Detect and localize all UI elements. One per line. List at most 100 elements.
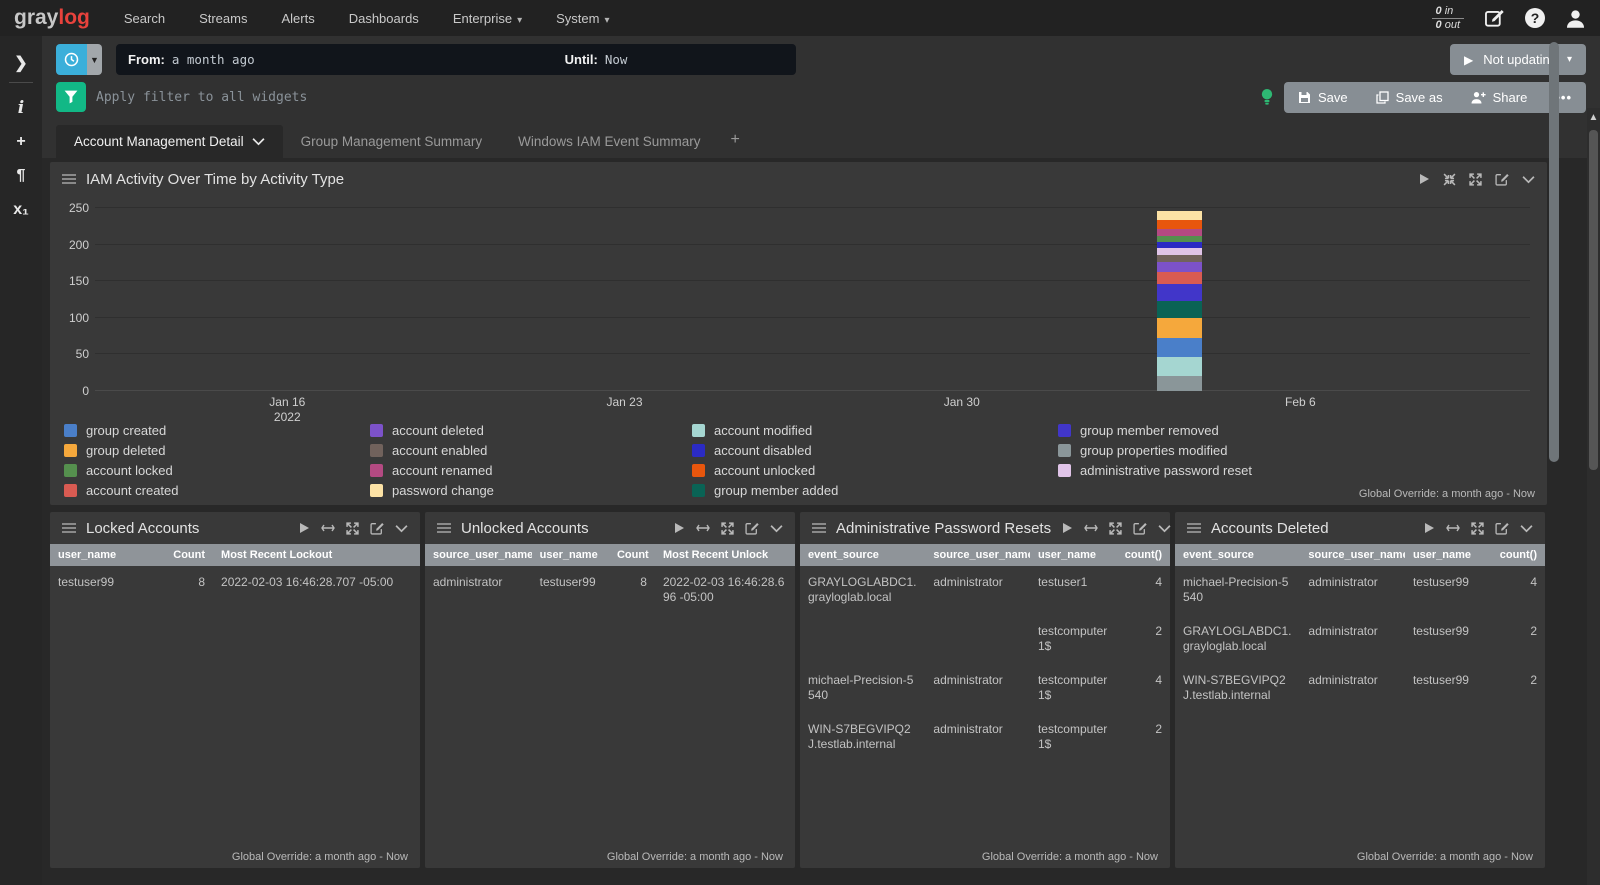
legend-label: password change — [392, 483, 494, 498]
nav-item-dashboards[interactable]: Dashboards — [349, 11, 419, 26]
chevron-down-icon[interactable] — [252, 137, 265, 146]
table-header-row: source_user_nameuser_nameCountMost Recen… — [425, 544, 795, 566]
nav-item-enterprise[interactable]: Enterprise▾ — [453, 11, 522, 26]
chevron-down-icon[interactable] — [1522, 175, 1535, 184]
legend-swatch — [64, 464, 77, 477]
time-range-input[interactable]: From: a month ago Until: Now — [116, 44, 796, 75]
time-range-type-button[interactable]: ▼ — [56, 44, 102, 75]
share-button[interactable]: Share — [1457, 82, 1542, 113]
nav-item-alerts[interactable]: Alerts — [281, 11, 314, 26]
x-axis-tick-label: Jan 162022 — [269, 395, 305, 425]
throughput-indicator: 0 in 0 out — [1432, 5, 1464, 32]
caret-down-icon[interactable]: ▼ — [87, 44, 102, 75]
question-mark-icon: ? — [1525, 8, 1545, 28]
expand-icon[interactable] — [1469, 173, 1482, 186]
expand-icon[interactable] — [1471, 522, 1484, 535]
add-tab-button[interactable]: + — [718, 122, 751, 158]
legend-item-account-deleted[interactable]: account deleted — [370, 422, 692, 439]
user-icon[interactable] — [1565, 8, 1586, 29]
scroll-up-arrow-icon[interactable]: ▲ — [1587, 108, 1600, 123]
sidebar-divider — [9, 82, 33, 83]
x-tick-main: Jan 23 — [606, 395, 642, 410]
lightbulb-icon[interactable] — [1260, 88, 1274, 106]
table-cell: 4 — [1116, 566, 1170, 615]
legend-item-administrative-password-reset[interactable]: administrative password reset — [1058, 462, 1533, 479]
edit-icon[interactable] — [745, 521, 759, 535]
expand-icon[interactable] — [1109, 522, 1122, 535]
compress-icon[interactable] — [1443, 173, 1456, 186]
filter-button[interactable] — [56, 82, 86, 112]
legend-item-group-created[interactable]: group created — [64, 422, 370, 439]
y-axis-tick-label: 200 — [53, 238, 89, 252]
widget-title: Unlocked Accounts — [461, 520, 589, 537]
legend-item-password-change[interactable]: password change — [370, 482, 692, 499]
move-horizontal-icon[interactable] — [321, 523, 335, 533]
drag-handle-icon[interactable] — [437, 523, 451, 533]
table-cell: testcomputer1$ — [1030, 615, 1116, 664]
legend-item-group-properties-modified[interactable]: group properties modified — [1058, 442, 1533, 459]
edit-icon[interactable] — [370, 521, 384, 535]
legend-item-account-enabled[interactable]: account enabled — [370, 442, 692, 459]
legend-item-group-member-added[interactable]: group member added — [692, 482, 1058, 499]
expand-icon[interactable] — [346, 522, 359, 535]
drag-handle-icon[interactable] — [62, 174, 76, 184]
move-horizontal-icon[interactable] — [1084, 523, 1098, 533]
move-horizontal-icon[interactable] — [1446, 523, 1460, 533]
page-scrollbar[interactable] — [1549, 40, 1559, 885]
edit-dashboards-icon[interactable] — [1484, 8, 1505, 29]
scrollbar-thumb[interactable] — [1589, 130, 1598, 470]
bar-segment-group-deleted — [1157, 318, 1202, 339]
refresh-button[interactable]: ▶ Not updating ▾ — [1450, 44, 1586, 75]
formatting-button[interactable]: ¶ — [0, 159, 42, 193]
window-scrollbar[interactable]: ▲ — [1587, 108, 1600, 885]
nav-item-streams[interactable]: Streams — [199, 11, 247, 26]
edit-icon[interactable] — [1133, 521, 1147, 535]
play-icon[interactable] — [298, 522, 310, 534]
widget-table: user_nameCountMost Recent Lockout testus… — [50, 544, 420, 600]
tab-account-management-detail[interactable]: Account Management Detail — [56, 125, 283, 158]
expand-icon[interactable] — [721, 522, 734, 535]
legend-item-account-unlocked[interactable]: account unlocked — [692, 462, 1058, 479]
save-as-button[interactable]: Save as — [1362, 82, 1457, 113]
chevron-down-icon[interactable] — [1520, 524, 1533, 533]
table-cell: michael-Precision-5540 — [1175, 566, 1300, 615]
fields-button[interactable]: x₁ — [0, 193, 42, 227]
chevron-down-icon[interactable] — [395, 524, 408, 533]
help-icon[interactable]: ? — [1525, 8, 1545, 28]
drag-handle-icon[interactable] — [62, 523, 76, 533]
scrollbar-thumb[interactable] — [1549, 42, 1559, 462]
play-icon[interactable] — [1061, 522, 1073, 534]
expand-sidebar-button[interactable]: ❯ — [0, 46, 42, 80]
widget-locked-accounts: Locked Accounts user_nameCountMost Recen… — [50, 512, 420, 868]
play-icon[interactable] — [1423, 522, 1435, 534]
legend-item-account-renamed[interactable]: account renamed — [370, 462, 692, 479]
legend-item-account-modified[interactable]: account modified — [692, 422, 1058, 439]
legend-item-account-disabled[interactable]: account disabled — [692, 442, 1058, 459]
edit-icon[interactable] — [1495, 521, 1509, 535]
drag-handle-icon[interactable] — [1187, 523, 1201, 533]
nav-item-search[interactable]: Search — [124, 11, 165, 26]
chevron-down-icon[interactable] — [1158, 524, 1171, 533]
play-icon[interactable] — [673, 522, 685, 534]
play-icon[interactable] — [1418, 173, 1430, 185]
table-cell: 2 — [1491, 615, 1545, 664]
legend-item-account-created[interactable]: account created — [64, 482, 370, 499]
table-cell: testuser1 — [1030, 566, 1116, 615]
move-horizontal-icon[interactable] — [696, 523, 710, 533]
filter-input[interactable] — [96, 82, 1246, 112]
create-button[interactable]: + — [0, 125, 42, 159]
tab-windows-iam-event-summary[interactable]: Windows IAM Event Summary — [500, 125, 718, 158]
edit-icon[interactable] — [1495, 172, 1509, 186]
nav-item-system[interactable]: System▾ — [556, 11, 609, 26]
legend-item-group-deleted[interactable]: group deleted — [64, 442, 370, 459]
legend-item-group-member-removed[interactable]: group member removed — [1058, 422, 1533, 439]
column-header-source-user-name: source_user_name — [425, 544, 532, 566]
column-header-user-name: user_name — [1405, 544, 1491, 566]
description-button[interactable]: i — [0, 91, 42, 125]
drag-handle-icon[interactable] — [812, 523, 826, 533]
graylog-logo[interactable]: graylog — [14, 6, 90, 30]
save-button[interactable]: Save — [1284, 82, 1362, 113]
legend-item-account-locked[interactable]: account locked — [64, 462, 370, 479]
tab-group-management-summary[interactable]: Group Management Summary — [283, 125, 501, 158]
chevron-down-icon[interactable] — [770, 524, 783, 533]
